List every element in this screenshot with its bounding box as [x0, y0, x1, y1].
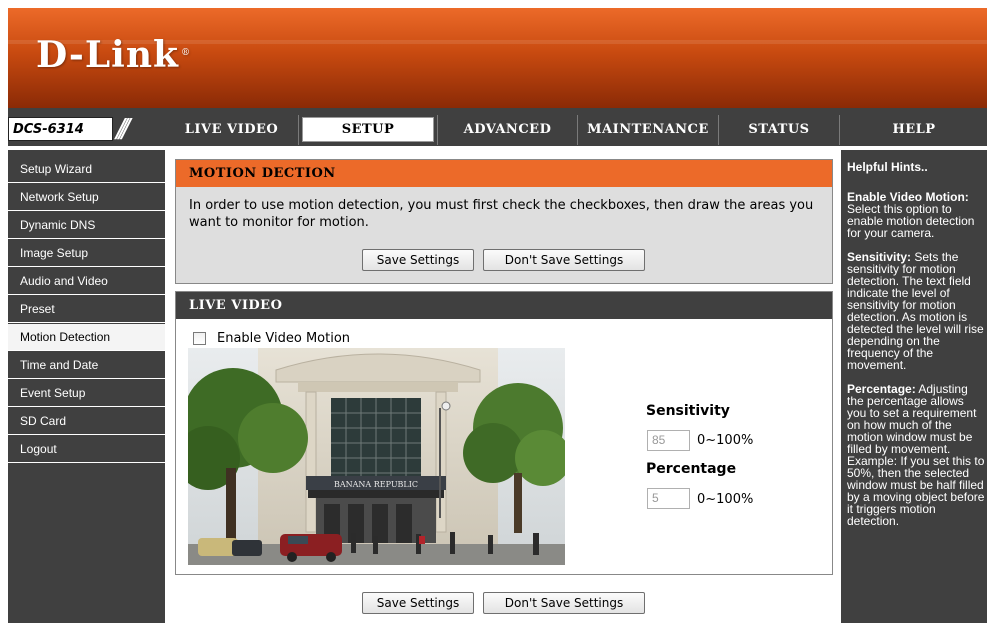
dont-save-settings-button[interactable]: Don't Save Settings — [483, 249, 645, 271]
sidebar-item-setup-wizard[interactable]: Setup Wizard — [8, 156, 165, 183]
save-settings-button-bottom[interactable]: Save Settings — [362, 592, 474, 614]
tab-help[interactable]: HELP — [841, 117, 987, 142]
enable-video-motion-label: Enable Video Motion — [217, 331, 351, 346]
live-video-frame[interactable]: BANANA REPUBLIC — [188, 348, 565, 565]
tab-live-video[interactable]: LIVE VIDEO — [165, 117, 298, 142]
logo-text: D-Link — [36, 34, 179, 76]
sidebar-item-dynamic-dns[interactable]: Dynamic DNS — [8, 212, 165, 239]
dont-save-settings-button-bottom[interactable]: Don't Save Settings — [483, 592, 645, 614]
motion-description: In order to use motion detection, you mu… — [189, 198, 814, 230]
tab-status[interactable]: STATUS — [719, 117, 839, 142]
hints-title: Helpful Hints.. — [847, 160, 928, 174]
sidebar-item-audio-video[interactable]: Audio and Video — [8, 268, 165, 295]
percentage-label: Percentage — [646, 461, 737, 477]
model-badge: DCS-6314 — [8, 117, 113, 141]
hint-enable-text: Select this option to enable motion dete… — [847, 202, 975, 240]
hint-sensitivity: Sensitivity: Sets the sensitivity for mo… — [841, 251, 987, 371]
helpful-hints-panel: Helpful Hints.. Enable Video Motion: Sel… — [841, 150, 987, 623]
sidebar-item-event-setup[interactable]: Event Setup — [8, 380, 165, 407]
hint-sensitivity-text: Sets the sensitivity for motion detectio… — [847, 250, 984, 372]
registered-mark: ® — [180, 48, 191, 58]
save-settings-button[interactable]: Save Settings — [362, 249, 474, 271]
sensitivity-field[interactable]: 85 — [647, 430, 690, 451]
tab-maintenance[interactable]: MAINTENANCE — [578, 117, 718, 142]
sidebar-item-time-date[interactable]: Time and Date — [8, 352, 165, 379]
hint-percentage-text: Adjusting the percentage allows you to s… — [847, 382, 985, 528]
video-image: BANANA REPUBLIC — [188, 348, 565, 565]
sensitivity-range: 0~100% — [697, 433, 754, 448]
motion-section-title: MOTION DECTION — [176, 160, 832, 187]
sidebar-item-sd-card[interactable]: SD Card — [8, 408, 165, 435]
nav-separator — [298, 115, 299, 145]
percentage-range: 0~100% — [697, 492, 754, 507]
nav-separator — [839, 115, 840, 145]
hint-percentage: Percentage: Adjusting the percentage all… — [841, 383, 987, 527]
slash-decoration: /// — [116, 114, 130, 144]
live-video-section-title: LIVE VIDEO — [176, 292, 832, 319]
enable-video-motion-checkbox[interactable] — [193, 332, 206, 345]
sidebar-item-preset[interactable]: Preset — [8, 296, 165, 323]
sidebar-item-image-setup[interactable]: Image Setup — [8, 240, 165, 267]
tab-advanced[interactable]: ADVANCED — [438, 117, 577, 142]
sidebar-item-network-setup[interactable]: Network Setup — [8, 184, 165, 211]
sensitivity-label: Sensitivity — [646, 403, 730, 419]
sidebar-item-motion-detection[interactable]: Motion Detection — [8, 324, 165, 351]
percentage-field[interactable]: 5 — [647, 488, 690, 509]
tab-setup[interactable]: SETUP — [302, 117, 434, 142]
dlink-logo: D-Link ® — [36, 35, 191, 75]
storefront-sign: BANANA REPUBLIC — [334, 480, 418, 489]
sidebar-item-logout[interactable]: Logout — [8, 436, 165, 463]
